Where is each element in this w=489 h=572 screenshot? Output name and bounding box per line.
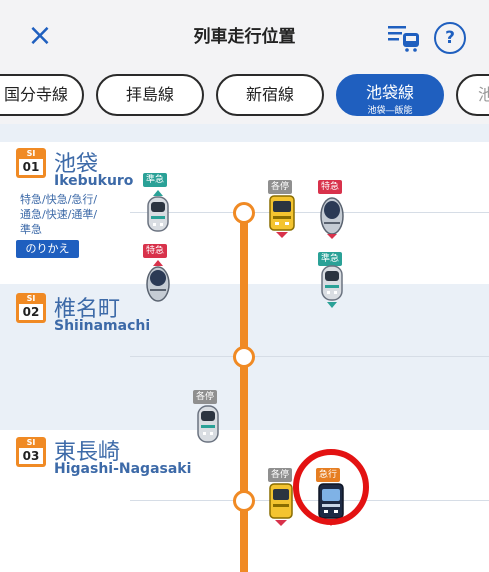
- station-node: [233, 346, 255, 368]
- station-number-badge: SI 03: [16, 437, 46, 467]
- train-icon[interactable]: [143, 188, 173, 234]
- station-name-en: Shiinamachi: [54, 318, 151, 334]
- transfer-badge[interactable]: のりかえ: [16, 240, 79, 258]
- train-type-label: 特急: [143, 244, 168, 258]
- highlight-circle: [293, 449, 369, 525]
- station-number-badge: SI 02: [16, 293, 46, 323]
- train-type-label: 各停: [193, 390, 218, 404]
- tab-label: 新宿線: [245, 85, 294, 104]
- train-type-label: 特急: [318, 180, 343, 194]
- train-icon[interactable]: [317, 194, 347, 240]
- header-bar: × 列車走行位置 ?: [0, 0, 489, 68]
- station-number: 03: [19, 448, 43, 464]
- train-list-icon: [388, 26, 419, 52]
- line-tabs: 国分寺線 拝島線 新宿線 池袋線 池袋―飯能 池: [0, 68, 489, 124]
- station-code: SI: [26, 149, 36, 158]
- station-node: [233, 202, 255, 224]
- train-icon[interactable]: [143, 258, 173, 304]
- station-train-types: 特急/快急/急行/ 通急/快速/通準/ 準急: [20, 193, 98, 236]
- station-code: SI: [26, 294, 36, 303]
- tab-kokubunji[interactable]: 国分寺線: [0, 74, 84, 116]
- help-button[interactable]: ?: [434, 22, 466, 54]
- tab-next[interactable]: 池: [456, 74, 489, 116]
- tab-sublabel: 池袋―飯能: [367, 106, 413, 116]
- tab-ikebukuro[interactable]: 池袋線 池袋―飯能: [336, 74, 444, 116]
- track-line: [240, 212, 248, 572]
- train-type-label: 準急: [143, 173, 168, 187]
- gridline: [130, 356, 489, 357]
- tab-label: 拝島線: [125, 85, 174, 104]
- tab-label: 国分寺線: [3, 85, 68, 104]
- train-icon[interactable]: [317, 264, 347, 310]
- station-node: [233, 490, 255, 512]
- gridline: [130, 212, 489, 213]
- tab-shinjuku[interactable]: 新宿線: [216, 74, 324, 116]
- train-type-label: 各停: [268, 180, 293, 194]
- band: [0, 124, 489, 142]
- station-number: 01: [19, 159, 43, 175]
- train-list-button[interactable]: [386, 20, 424, 52]
- tab-label: 池袋線: [365, 83, 414, 102]
- station-code: SI: [26, 438, 36, 447]
- train-icon[interactable]: [264, 482, 296, 528]
- tab-haijima[interactable]: 拝島線: [96, 74, 204, 116]
- train-type-label: 各停: [268, 468, 293, 482]
- station-name-en: Ikebukuro: [54, 173, 134, 189]
- station-name-en: Higashi-Nagasaki: [54, 461, 192, 477]
- tab-label: 池: [478, 85, 489, 104]
- station-number-badge: SI 01: [16, 148, 46, 178]
- train-icon[interactable]: [266, 194, 298, 240]
- station-number: 02: [19, 304, 43, 320]
- train-icon[interactable]: [193, 404, 223, 450]
- help-icon: ?: [445, 28, 455, 48]
